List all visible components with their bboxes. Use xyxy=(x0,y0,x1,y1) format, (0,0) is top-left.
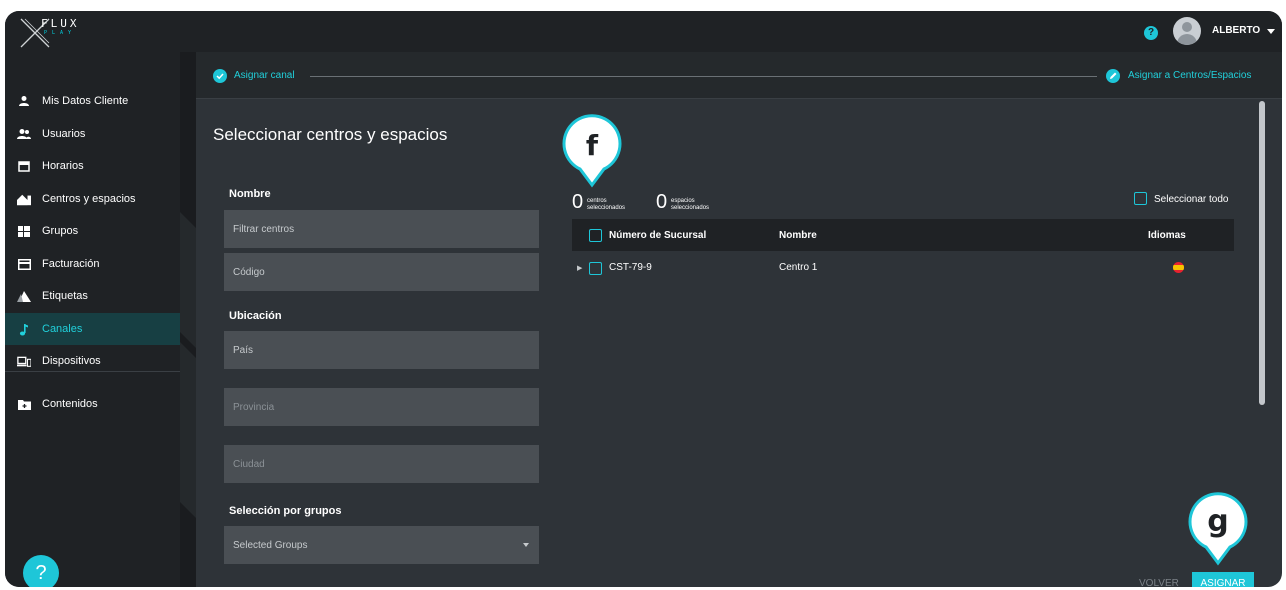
scrollbar-thumb[interactable] xyxy=(1259,101,1265,405)
svg-text:f: f xyxy=(586,129,599,162)
filtrar-centros-input[interactable]: Filtrar centros xyxy=(224,210,539,248)
row-nombre: Centro 1 xyxy=(779,262,818,273)
select-all-label[interactable]: Seleccionar todo xyxy=(1154,194,1229,205)
codigo-input[interactable]: Código xyxy=(224,253,539,291)
espacios-count-label: espacios seleccionados xyxy=(671,198,710,211)
card-icon xyxy=(17,257,31,271)
sidebar-item-etiquetas[interactable]: Etiquetas xyxy=(5,280,180,312)
sidebar-item-label: Facturación xyxy=(42,258,100,270)
music-note-icon xyxy=(17,322,31,336)
sidebar-item-label: Dispositivos xyxy=(42,355,101,367)
nombre-label: Nombre xyxy=(229,188,271,200)
ubicacion-label: Ubicación xyxy=(229,310,282,322)
sidebar-item-canales[interactable]: Canales xyxy=(5,313,180,345)
sidebar-item-horarios[interactable]: Horarios xyxy=(5,150,180,182)
column-sucursal[interactable]: Número de Sucursal xyxy=(609,230,706,241)
column-idiomas[interactable]: Idiomas xyxy=(1148,230,1186,241)
provincia-select[interactable]: Provincia xyxy=(224,388,539,426)
sidebar-item-usuarios[interactable]: Usuarios xyxy=(5,118,180,150)
sidebar: Mis Datos Cliente Usuarios Horarios Cent… xyxy=(5,52,180,587)
help-bubble-button[interactable]: ? xyxy=(23,555,59,587)
ciudad-select[interactable]: Ciudad xyxy=(224,445,539,483)
sidebar-item-label: Contenidos xyxy=(42,398,98,410)
asignar-button[interactable]: ASIGNAR xyxy=(1192,572,1254,587)
sidebar-item-label: Grupos xyxy=(42,225,79,237)
sidebar-item-dispositivos[interactable]: Dispositivos xyxy=(5,345,180,377)
help-icon[interactable]: ? xyxy=(1144,26,1158,40)
user-icon xyxy=(17,94,31,108)
calendar-icon xyxy=(17,159,31,173)
page-title: Seleccionar centros y espacios xyxy=(213,125,448,144)
sidebar-item-label: Mis Datos Cliente xyxy=(42,95,129,107)
marker-g-icon: g xyxy=(1188,492,1248,566)
column-nombre[interactable]: Nombre xyxy=(779,230,817,241)
tags-icon xyxy=(17,289,31,303)
app-window: FLUX PLAY ? ALBERTO Mis Datos Cliente Us… xyxy=(5,11,1282,587)
devices-icon xyxy=(17,354,31,368)
sidebar-item-grupos[interactable]: Grupos xyxy=(5,215,180,247)
sidebar-item-label: Centros y espacios xyxy=(42,193,136,205)
sidebar-item-mis-datos-cliente[interactable]: Mis Datos Cliente xyxy=(5,85,180,117)
step-asignar-centros[interactable]: Asignar a Centros/Espacios xyxy=(1128,70,1251,81)
chevron-down-icon xyxy=(523,543,529,547)
avatar[interactable] xyxy=(1173,17,1201,45)
select-all-checkbox[interactable] xyxy=(1134,192,1147,205)
row-checkbox[interactable] xyxy=(589,262,602,275)
espacios-count: 0 xyxy=(656,191,668,213)
stepper: Asignar canal Asignar a Centros/Espacios xyxy=(196,52,1282,99)
volver-button[interactable]: VOLVER xyxy=(1139,578,1179,587)
sidebar-item-contenidos[interactable]: Contenidos xyxy=(5,388,180,420)
spain-flag-icon xyxy=(1173,262,1184,273)
sidebar-item-label: Usuarios xyxy=(42,128,86,140)
logo-text: FLUX xyxy=(41,17,80,30)
logo-subtext: PLAY xyxy=(44,30,77,36)
grid-icon xyxy=(17,224,31,238)
step-connector xyxy=(310,76,1097,77)
sidebar-item-label: Horarios xyxy=(42,160,84,172)
user-name[interactable]: ALBERTO xyxy=(1212,25,1260,36)
sidebar-decoration xyxy=(180,52,196,587)
users-icon xyxy=(17,127,31,141)
table-header: Número de Sucursal Nombre Idiomas xyxy=(572,219,1234,251)
sidebar-divider xyxy=(5,371,180,372)
grupos-select-value: Selected Groups xyxy=(233,539,308,551)
svg-text:g: g xyxy=(1207,504,1228,539)
chevron-down-icon[interactable] xyxy=(1267,29,1275,34)
grupos-label: Selección por grupos xyxy=(229,505,342,517)
centros-count: 0 xyxy=(572,191,584,213)
folder-icon xyxy=(17,397,31,411)
step-asignar-canal[interactable]: Asignar canal xyxy=(234,70,295,81)
marker-f-icon: f xyxy=(562,114,622,188)
pais-select[interactable]: País xyxy=(224,331,539,369)
expand-arrow-icon[interactable]: ▶ xyxy=(577,264,582,272)
sidebar-item-label: Canales xyxy=(42,323,83,335)
row-sucursal: CST-79-9 xyxy=(609,262,652,273)
top-bar: FLUX PLAY ? ALBERTO xyxy=(5,11,1282,52)
sidebar-item-facturacion[interactable]: Facturación xyxy=(5,248,180,280)
building-icon xyxy=(17,192,31,206)
check-icon xyxy=(213,69,227,83)
sidebar-item-label: Etiquetas xyxy=(42,290,88,302)
centros-count-label: centros seleccionados xyxy=(587,198,626,211)
grupos-select[interactable]: Selected Groups xyxy=(224,526,539,564)
header-checkbox[interactable] xyxy=(589,229,602,242)
pencil-icon xyxy=(1106,69,1120,83)
sidebar-item-centros-y-espacios[interactable]: Centros y espacios xyxy=(5,183,180,215)
